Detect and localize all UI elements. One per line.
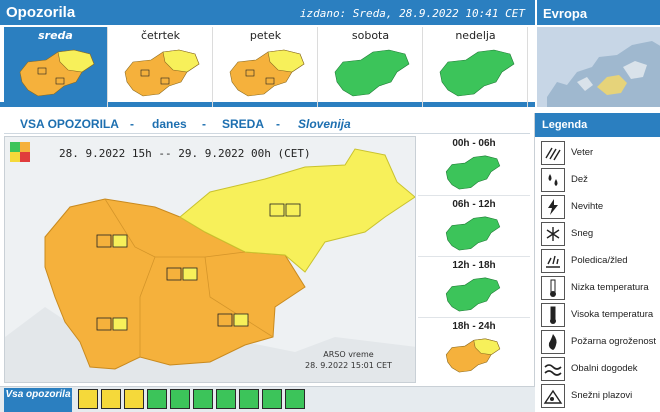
hour-06-12[interactable]: 06h - 12h xyxy=(418,197,530,257)
thunderstorm-icon xyxy=(541,195,565,219)
rain-icon xyxy=(541,168,565,192)
issued-timestamp: izdano: Sreda, 28.9.2022 10:41 CET xyxy=(299,7,525,20)
source-stamp: ARSO vreme 28. 9.2022 15:01 CET xyxy=(305,349,392,371)
day-label: sobota xyxy=(351,29,390,42)
high-temperature-icon xyxy=(541,303,565,327)
hourly-maps: 00h - 06h 06h - 12h 12h - 18h 18h - 24h xyxy=(418,136,530,383)
legend-label: Snežni plazovi xyxy=(571,390,633,401)
warnings-app: Opozorila izdano: Sreda, 28.9.2022 10:41… xyxy=(0,0,660,412)
hour-map xyxy=(445,338,501,373)
day-tab-cetrtek[interactable]: četrtek xyxy=(109,27,213,107)
legend-item-ice[interactable]: Poledica/žled xyxy=(541,249,659,275)
main-heading: VSA OPOZORILA - danes - SREDA - Slovenij… xyxy=(4,112,530,134)
legend-item-low-temp[interactable]: Nizka temperatura xyxy=(541,276,659,302)
hour-label: 12h - 18h xyxy=(452,260,496,271)
filter-ice-icon[interactable] xyxy=(170,389,190,409)
legend-label: Poledica/žled xyxy=(571,255,628,266)
legend-item-coastal[interactable]: Obalni dogodek xyxy=(541,357,659,383)
filter-low-temperature-icon[interactable] xyxy=(193,389,213,409)
heading-day: SREDA xyxy=(222,117,265,131)
filter-high-temperature-icon[interactable] xyxy=(216,389,236,409)
heading-all-warnings: VSA OPOZORILA xyxy=(20,117,119,131)
hour-label: 18h - 24h xyxy=(452,321,496,332)
heading-region: Slovenija xyxy=(298,117,351,131)
europe-link[interactable]: Evropa xyxy=(543,6,587,21)
day-tab-nedelja[interactable]: nedelja xyxy=(424,27,528,107)
hour-label: 00h - 06h xyxy=(452,138,496,149)
heading-separator: - xyxy=(202,117,206,131)
filter-wind-icon[interactable] xyxy=(78,389,98,409)
day-tab-sobota[interactable]: sobota xyxy=(319,27,423,107)
legend-title: Legenda xyxy=(535,113,660,137)
legend-panel: Legenda Veter Dež Nevihte Sneg Poledica/… xyxy=(534,113,660,412)
main-warning-map: 28. 9.2022 15h -- 29. 9.2022 00h (CET) A… xyxy=(4,136,416,383)
day-map-sreda xyxy=(19,49,95,97)
europe-header[interactable]: Evropa xyxy=(535,0,660,27)
slovenia-region-map xyxy=(5,148,415,382)
hour-12-18[interactable]: 12h - 18h xyxy=(418,258,530,318)
legend-label: Sneg xyxy=(571,228,594,239)
hour-18-24[interactable]: 18h - 24h xyxy=(418,319,530,379)
filter-bar: Vsa opozorila xyxy=(0,386,535,412)
hour-map xyxy=(445,277,501,312)
page-title: Opozorila xyxy=(6,4,76,21)
filter-rain-icon[interactable] xyxy=(101,389,121,409)
day-label: sreda xyxy=(38,29,73,42)
day-map-cetrtek xyxy=(124,49,200,97)
coastal-icon xyxy=(541,357,565,381)
day-strip: sreda četrtek petek sobota nedelja xyxy=(0,27,535,107)
hour-map xyxy=(445,216,501,251)
ice-icon xyxy=(541,249,565,273)
legend-item-storm[interactable]: Nevihte xyxy=(541,195,659,221)
legend-label: Visoka temperatura xyxy=(571,309,654,320)
day-label: nedelja xyxy=(455,29,496,42)
source-line: ARSO vreme xyxy=(323,350,374,359)
filter-avalanche-icon[interactable] xyxy=(285,389,305,409)
day-label: petek xyxy=(249,29,282,42)
legend-item-rain[interactable]: Dež xyxy=(541,168,659,194)
legend-item-wind[interactable]: Veter xyxy=(541,141,659,167)
heading-separator: - xyxy=(276,117,280,131)
hour-00-06[interactable]: 00h - 06h xyxy=(418,136,530,196)
filter-coastal-icon[interactable] xyxy=(262,389,282,409)
hour-label: 06h - 12h xyxy=(452,199,496,210)
legend-label: Nizka temperatura xyxy=(571,282,649,293)
source-time: 28. 9.2022 15:01 CET xyxy=(305,361,392,370)
legend-label: Nevihte xyxy=(571,201,604,212)
wind-icon xyxy=(541,141,565,165)
europe-map[interactable] xyxy=(535,27,660,107)
fire-icon xyxy=(541,330,565,354)
filter-fire-icon[interactable] xyxy=(239,389,259,409)
filter-thunderstorm-icon[interactable] xyxy=(124,389,144,409)
day-map-sobota xyxy=(334,49,410,97)
day-tab-petek[interactable]: petek xyxy=(214,27,318,107)
day-label: četrtek xyxy=(140,29,181,42)
legend-label: Požarna ogroženost xyxy=(571,336,657,347)
day-map-petek xyxy=(229,49,305,97)
day-tab-sreda[interactable]: sreda xyxy=(4,27,108,107)
legend-item-fire[interactable]: Požarna ogroženost xyxy=(541,330,659,356)
low-temperature-icon xyxy=(541,276,565,300)
legend-item-avalanche[interactable]: Snežni plazovi xyxy=(541,384,659,410)
header-bar: Opozorila izdano: Sreda, 28.9.2022 10:41… xyxy=(0,0,535,27)
day-map-nedelja xyxy=(439,49,515,97)
filter-snow-icon[interactable] xyxy=(147,389,167,409)
legend-label: Dež xyxy=(571,174,588,185)
snow-icon xyxy=(541,222,565,246)
heading-today: danes xyxy=(152,117,187,131)
heading-separator: - xyxy=(130,117,134,131)
all-warnings-button[interactable]: Vsa opozorila xyxy=(4,388,72,412)
legend-item-snow[interactable]: Sneg xyxy=(541,222,659,248)
avalanche-icon xyxy=(541,384,565,408)
legend-label: Obalni dogodek xyxy=(571,363,638,374)
legend-item-high-temp[interactable]: Visoka temperatura xyxy=(541,303,659,329)
legend-label: Veter xyxy=(571,147,594,158)
hour-map xyxy=(445,155,501,190)
